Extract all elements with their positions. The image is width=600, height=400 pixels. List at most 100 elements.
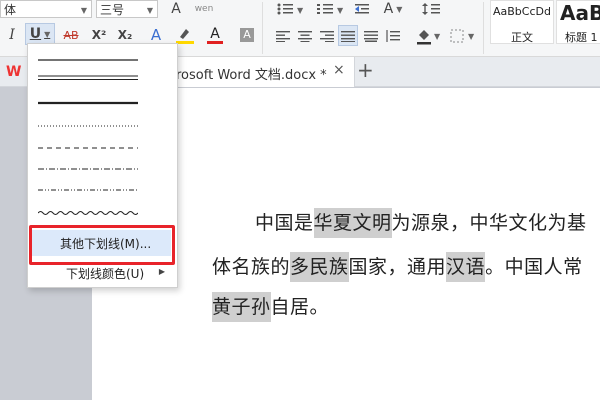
text-run: 国家，通用	[348, 256, 447, 278]
highlighted-text: 华夏文明	[313, 208, 392, 238]
svg-text:▼: ▼	[434, 32, 441, 41]
text-effect-button[interactable]: A	[165, 0, 187, 18]
style-sample: AaBbCcDd	[493, 5, 551, 18]
bullet-list-icon: ▼	[277, 3, 304, 15]
font-color-button[interactable]: A	[203, 25, 227, 45]
char-shading-button[interactable]: A	[238, 25, 256, 45]
style-sample: AaB	[560, 1, 600, 25]
superscript-button[interactable]: X²	[88, 25, 110, 45]
style-name: 正文	[511, 31, 533, 44]
align-right-button[interactable]	[318, 27, 336, 45]
text-run: 。中国人常	[485, 256, 583, 278]
thick-line-icon	[38, 101, 138, 105]
borders-button[interactable]: ▼	[448, 26, 478, 46]
underline-dash-dot[interactable]	[38, 164, 138, 174]
dotted-line-icon	[38, 125, 138, 127]
char-shading-icon: A	[240, 28, 254, 42]
new-tab-icon[interactable]: +	[357, 58, 374, 82]
strikethrough-icon: AB	[63, 28, 79, 42]
style-name: 标题 1	[565, 31, 598, 44]
document-tab-title: rosoft Word 文档.docx *	[176, 68, 327, 83]
dashed-line-icon	[38, 147, 138, 149]
underline-dash-dot-dot[interactable]	[38, 185, 138, 195]
chevron-down-icon: ▼	[44, 29, 51, 39]
strikethrough-button[interactable]: AB	[58, 25, 84, 45]
dash-dot-line-icon	[38, 168, 138, 170]
align-center-icon	[298, 31, 312, 42]
subscript-button[interactable]: X₂	[114, 25, 136, 45]
subscript-icon: X₂	[117, 28, 133, 42]
text-run: 体名族的	[212, 256, 291, 278]
underline-icon: U	[29, 26, 42, 42]
border-icon: ▼	[450, 29, 475, 43]
line-spacing-button[interactable]	[420, 0, 448, 18]
style-normal[interactable]: AaBbCcDd 正文	[490, 0, 554, 44]
annotation-highlight-box	[29, 225, 175, 265]
underline-double[interactable]	[38, 73, 138, 83]
text-effect-color-icon: A	[150, 26, 162, 44]
font-size-value: 三号	[100, 2, 125, 17]
style-heading-1[interactable]: AaB 标题 1	[556, 0, 600, 44]
text-run: 为源泉，中华文化为基	[391, 212, 587, 234]
double-line-icon	[38, 75, 138, 80]
font-size-select[interactable]: 三号 ▼	[96, 0, 158, 18]
submenu-arrow-icon: ▶	[158, 267, 165, 276]
line-spacing-options-button[interactable]	[384, 27, 404, 45]
paint-bucket-icon: ▼	[417, 30, 441, 45]
line-spacing-icon	[422, 3, 440, 15]
shading-button[interactable]: ▼	[414, 26, 444, 46]
chevron-down-icon: ▼	[396, 4, 403, 14]
text-run: 自居。	[270, 296, 330, 318]
ribbon-divider	[262, 2, 263, 54]
grow-font-icon: A	[383, 1, 394, 17]
superscript-icon: X²	[91, 28, 107, 42]
highlighted-text: 汉语	[446, 252, 486, 282]
document-line-1[interactable]: 中国是华夏文明为源泉，中华文化为基	[255, 208, 587, 238]
svg-text:▼: ▼	[337, 6, 344, 15]
align-justify-icon	[341, 30, 355, 42]
decrease-indent-button[interactable]	[353, 0, 371, 18]
document-tab[interactable]: rosoft Word 文档.docx *	[150, 57, 355, 87]
align-left-button[interactable]	[274, 27, 292, 45]
phonetic-guide-button[interactable]: wen	[192, 0, 216, 18]
italic-button[interactable]: I	[4, 25, 20, 45]
single-line-icon	[38, 59, 138, 61]
underline-dashed[interactable]	[38, 143, 138, 153]
italic-icon: I	[9, 27, 15, 43]
svg-text:▼: ▼	[297, 6, 304, 15]
underline-single[interactable]	[38, 55, 138, 65]
bullets-button[interactable]: ▼	[273, 0, 309, 18]
justify-button[interactable]	[338, 25, 358, 46]
font-name-select[interactable]: 体 ▼	[0, 0, 92, 18]
svg-text:▼: ▼	[468, 32, 475, 41]
document-line-2[interactable]: 体名族的多民族国家，通用汉语。中国人常	[212, 252, 583, 282]
dash-dot-dot-line-icon	[38, 189, 138, 191]
grow-font-button[interactable]: A ▼	[378, 0, 408, 18]
phonetic-icon: wen	[194, 4, 214, 14]
numbering-button[interactable]: ▼	[313, 0, 349, 18]
text-effect-color-button[interactable]: A	[145, 25, 167, 45]
highlighted-text: 多民族	[290, 252, 349, 282]
distribute-icon	[364, 31, 378, 42]
wave-line-icon	[38, 211, 138, 215]
underline-thick[interactable]	[38, 98, 138, 108]
align-center-button[interactable]	[296, 27, 314, 45]
document-line-3[interactable]: 黄子孙自居。	[212, 292, 330, 322]
text-run: 中国是	[255, 212, 314, 234]
paragraph-spacing-icon	[386, 30, 400, 42]
font-color-icon: A	[210, 25, 220, 42]
font-color-bar	[207, 40, 223, 44]
underline-dotted[interactable]	[38, 121, 138, 131]
underline-wave[interactable]	[38, 208, 138, 218]
chevron-down-icon: ▼	[80, 6, 87, 15]
font-name-value: 体	[4, 2, 17, 17]
text-effect-icon: A	[171, 1, 181, 17]
wps-logo-icon[interactable]: W	[6, 64, 24, 80]
distribute-button[interactable]	[362, 27, 380, 45]
highlight-button[interactable]	[172, 25, 198, 45]
underline-button[interactable]: U ▼	[25, 23, 55, 45]
align-left-icon	[276, 31, 290, 42]
close-tab-icon[interactable]: ×	[333, 62, 345, 78]
underline-color-menu-item[interactable]: 下划线颜色(U) ▶	[32, 262, 171, 284]
align-right-icon	[320, 31, 334, 42]
